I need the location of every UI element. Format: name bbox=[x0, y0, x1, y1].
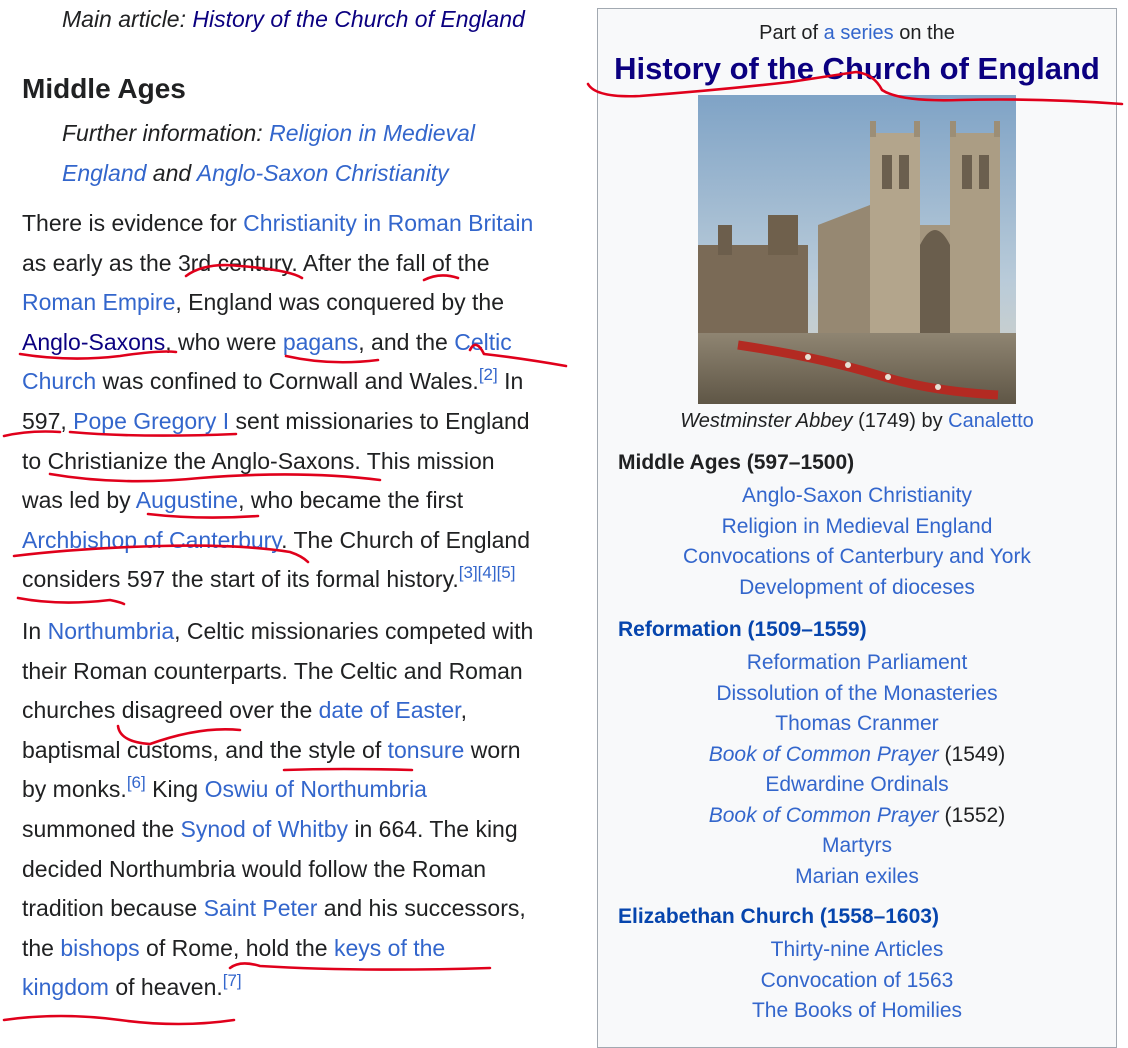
group-heading-middle-ages: Middle Ages (597–1500) bbox=[618, 451, 855, 474]
list-item[interactable]: Dissolution of the Monasteries bbox=[716, 682, 997, 705]
list-item[interactable]: Book of Common Prayer bbox=[709, 804, 939, 827]
hatnote-prefix: Main article: bbox=[62, 6, 193, 32]
section-heading: Middle Ages bbox=[22, 73, 186, 104]
paragraph-1: There is evidence for Christianity in Ro… bbox=[22, 210, 534, 593]
list-item[interactable]: Anglo-Saxon Christianity bbox=[742, 484, 972, 507]
infobox-title-link[interactable]: History of the Church of England bbox=[598, 49, 1116, 89]
underline-kingdom bbox=[2, 1014, 236, 1026]
citation-3[interactable]: [3] bbox=[459, 563, 478, 582]
hatnote-main-article: Main article: History of the Church of E… bbox=[62, 4, 525, 34]
list-item[interactable]: Thomas Cranmer bbox=[775, 712, 938, 735]
citation-6[interactable]: [6] bbox=[127, 773, 146, 792]
painting-caption: Westminster Abbey (1749) by Canaletto bbox=[680, 410, 1034, 432]
link-synod-whitby[interactable]: Synod of Whitby bbox=[181, 816, 348, 842]
text-christianize: Christianize bbox=[47, 447, 168, 474]
link-celtic-church[interactable]: Celtic bbox=[454, 329, 512, 355]
link-tonsure[interactable]: tonsure bbox=[388, 737, 465, 763]
paragraph-2: In Northumbria, Celtic missionaries comp… bbox=[22, 618, 534, 1001]
list-item[interactable]: Convocations of Canterbury and York bbox=[683, 545, 1031, 568]
list-item[interactable]: Marian exiles bbox=[795, 865, 919, 888]
link-pagans[interactable]: pagans bbox=[283, 329, 358, 355]
list-item[interactable]: Reformation Parliament bbox=[747, 651, 968, 674]
link-keys-of-kingdom-2[interactable]: kingdom bbox=[22, 974, 109, 1000]
link-pope-gregory[interactable]: Pope Gregory I bbox=[73, 408, 229, 434]
list-item[interactable]: Religion in Medieval England bbox=[722, 515, 993, 538]
link-3rd-century[interactable]: 3rd century bbox=[178, 250, 291, 276]
link-keys-of-kingdom[interactable]: keys of the bbox=[334, 935, 445, 961]
link-oswiu-northumbria[interactable]: Oswiu of Northumbria bbox=[205, 776, 427, 802]
westminster-abbey-painting[interactable] bbox=[698, 95, 1016, 404]
citation-5[interactable]: [5] bbox=[497, 563, 516, 582]
link-saint-peter[interactable]: Saint Peter bbox=[204, 895, 318, 921]
series-infobox: Part of a series on the History of the C… bbox=[597, 8, 1117, 1048]
group-heading-reformation[interactable]: Reformation (1509–1559) bbox=[618, 616, 867, 644]
list-item[interactable]: The Books of Homilies bbox=[752, 999, 962, 1022]
link-augustine[interactable]: Augustine bbox=[136, 487, 238, 513]
group-heading-elizabethan[interactable]: Elizabethan Church (1558–1603) bbox=[618, 903, 939, 931]
link-canaletto[interactable]: Canaletto bbox=[948, 410, 1034, 432]
group-list-middle-ages: Anglo-Saxon Christianity Religion in Med… bbox=[598, 481, 1116, 603]
list-item[interactable]: Convocation of 1563 bbox=[761, 969, 954, 992]
link-celtic-church-2[interactable]: Church bbox=[22, 368, 96, 394]
link-northumbria[interactable]: Northumbria bbox=[48, 618, 175, 644]
link-bishops[interactable]: bishops bbox=[60, 935, 139, 961]
infobox-series-line: Part of a series on the bbox=[759, 22, 955, 44]
link-a-series[interactable]: a series bbox=[824, 22, 894, 44]
list-item[interactable]: Edwardine Ordinals bbox=[765, 773, 948, 796]
list-item[interactable]: Thirty-nine Articles bbox=[771, 938, 944, 961]
hatnote-further-information: Further information: Religion in Medieva… bbox=[62, 120, 475, 186]
hatnote-prefix: Further information: bbox=[62, 120, 270, 146]
link-history-church-england[interactable]: History of the Church of England bbox=[192, 6, 524, 32]
link-anglo-saxons[interactable]: Anglo-Saxons bbox=[22, 329, 165, 355]
citation-2[interactable]: [2] bbox=[479, 365, 498, 384]
list-item[interactable]: Book of Common Prayer bbox=[709, 743, 939, 766]
link-date-of-easter[interactable]: date of Easter bbox=[319, 697, 461, 723]
list-item[interactable]: Martyrs bbox=[822, 834, 892, 857]
link-anglo-saxon-christianity[interactable]: Anglo-Saxon Christianity bbox=[197, 160, 449, 186]
link-archbishop-canterbury[interactable]: Archbishop of Canterbury bbox=[22, 527, 281, 553]
list-item[interactable]: Development of dioceses bbox=[739, 576, 975, 599]
group-list-reformation: Reformation Parliament Dissolution of th… bbox=[598, 648, 1116, 892]
link-christianity-roman-britain[interactable]: Christianity in Roman Britain bbox=[243, 210, 533, 236]
link-fall[interactable]: fall bbox=[396, 250, 425, 276]
citation-7[interactable]: [7] bbox=[223, 971, 242, 990]
group-list-elizabethan: Thirty-nine Articles Convocation of 1563… bbox=[598, 935, 1116, 1027]
link-roman-empire[interactable]: Roman Empire bbox=[22, 289, 175, 315]
citation-4[interactable]: [4] bbox=[478, 563, 497, 582]
year-label: (1552) bbox=[938, 803, 1006, 827]
year-label: (1549) bbox=[938, 742, 1006, 766]
